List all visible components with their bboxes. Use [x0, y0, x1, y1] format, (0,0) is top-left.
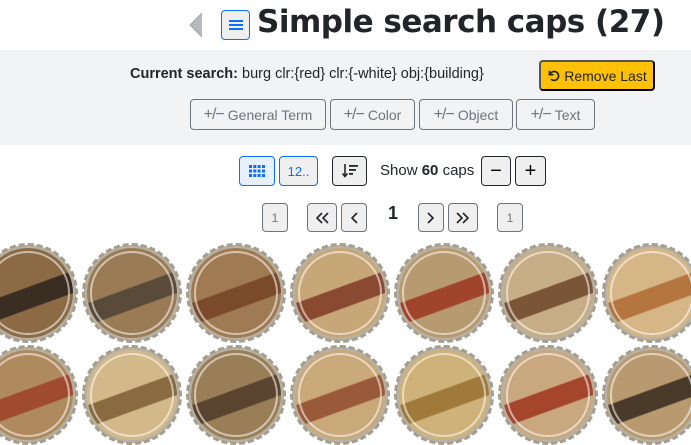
decrease-count-button[interactable]: −	[481, 156, 511, 186]
double-chevron-left-icon	[315, 211, 329, 224]
cap-thumbnail[interactable]	[186, 345, 286, 445]
plus-minus-icon: +/−	[343, 105, 365, 123]
cap-shine	[506, 353, 590, 437]
header: Simple search caps (27)	[0, 0, 691, 48]
double-chevron-right-icon	[456, 211, 470, 224]
show-count-text: Show 60 caps	[380, 162, 474, 179]
text-filter-button[interactable]: +/− Text	[516, 99, 595, 130]
numbered-list-button[interactable]: 12..	[279, 156, 318, 186]
cap-shine	[90, 353, 174, 437]
increase-count-button[interactable]: +	[515, 156, 546, 186]
general-term-filter-button[interactable]: +/− General Term	[190, 99, 326, 130]
sort-button[interactable]	[332, 156, 367, 186]
undo-icon	[548, 70, 560, 82]
view-controls: 12.. Show 60 caps − +	[0, 154, 691, 188]
cap-shine	[506, 251, 590, 335]
plus-minus-icon: +/−	[203, 105, 225, 123]
show-prefix: Show	[380, 162, 418, 179]
cap-thumbnail[interactable]	[602, 345, 691, 445]
filter-label: Color	[367, 106, 402, 123]
menu-button[interactable]	[221, 10, 250, 40]
object-filter-button[interactable]: +/− Object	[419, 99, 513, 130]
cap-thumbnail[interactable]	[0, 345, 78, 445]
current-search: Current search: burg clr:{red} clr:{-whi…	[130, 66, 484, 82]
list-icon	[228, 20, 243, 30]
pagination: 1 1 1	[0, 199, 691, 235]
cap-thumbnail[interactable]	[82, 345, 182, 445]
grid-view-button[interactable]	[239, 156, 275, 186]
current-search-label: Current search:	[130, 66, 238, 82]
chevron-right-icon	[427, 211, 435, 224]
previous-page-button[interactable]	[341, 203, 367, 232]
cap-thumbnail[interactable]	[394, 345, 494, 445]
chevron-left-icon	[350, 211, 358, 224]
next-page-button[interactable]	[418, 203, 444, 232]
show-suffix: caps	[442, 162, 475, 179]
plus-minus-icon: +/−	[433, 105, 455, 123]
first-page-button[interactable]	[307, 203, 337, 232]
filter-label: Text	[554, 106, 581, 123]
grid-icon	[249, 165, 265, 177]
cap-shine	[90, 251, 174, 335]
plus-minus-icon: +/−	[530, 105, 552, 123]
cap-thumbnail[interactable]	[498, 345, 598, 445]
last-page-button[interactable]	[448, 203, 478, 232]
filter-label: General Term	[227, 106, 313, 123]
sort-icon	[341, 164, 358, 178]
cap-thumbnail[interactable]	[498, 243, 598, 343]
cap-shine	[298, 353, 382, 437]
remove-last-label: Remove Last	[564, 67, 647, 84]
chevron-left-icon[interactable]	[186, 10, 206, 40]
cap-thumbnail[interactable]	[602, 243, 691, 343]
current-page: 1	[387, 203, 398, 223]
cap-shine	[610, 251, 691, 335]
current-search-query: burg clr:{red} clr:{-white} obj:{buildin…	[242, 66, 484, 82]
cap-shine	[402, 353, 486, 437]
filter-label: Object	[457, 106, 499, 123]
cap-thumbnail[interactable]	[82, 243, 182, 343]
cap-thumbnail[interactable]	[394, 243, 494, 343]
cap-thumbnail[interactable]	[186, 243, 286, 343]
cap-shine	[194, 353, 278, 437]
color-filter-button[interactable]: +/− Color	[330, 99, 415, 130]
cap-shine	[194, 251, 278, 335]
page-title: Simple search caps (27)	[257, 4, 665, 40]
remove-last-button[interactable]: Remove Last	[539, 60, 655, 91]
cap-thumbnail[interactable]	[290, 243, 390, 343]
cap-shine	[610, 353, 691, 437]
cap-shine	[298, 251, 382, 335]
cap-thumbnail[interactable]	[0, 243, 78, 343]
cap-thumbnail[interactable]	[290, 345, 390, 445]
search-panel: Current search: burg clr:{red} clr:{-whi…	[0, 50, 691, 145]
last-page-number-button[interactable]: 1	[497, 203, 523, 232]
first-page-number-button[interactable]: 1	[262, 203, 288, 232]
caps-grid	[0, 243, 691, 445]
cap-shine	[402, 251, 486, 335]
show-count: 60	[421, 162, 439, 179]
